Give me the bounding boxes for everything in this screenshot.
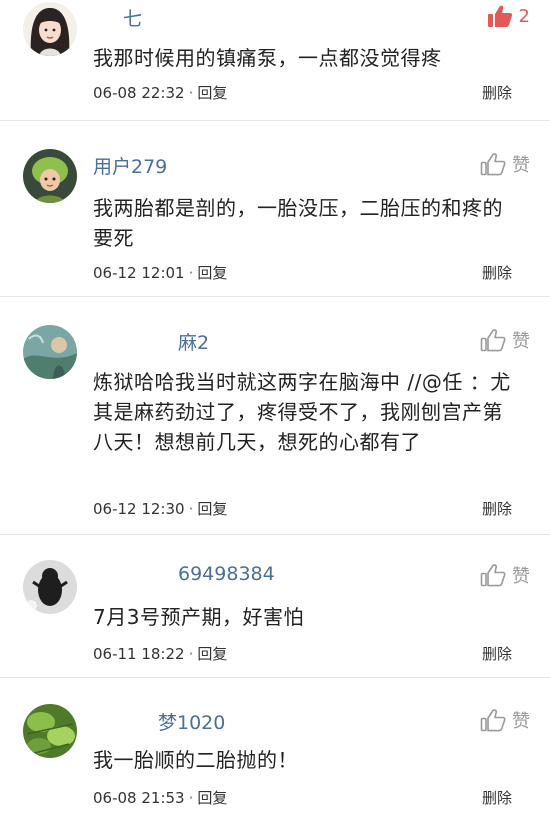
avatar[interactable] bbox=[23, 325, 77, 379]
username[interactable]: 用户279 bbox=[93, 152, 167, 179]
avatar[interactable] bbox=[23, 149, 77, 203]
comment-meta: 06-08 22:32 · 回复 bbox=[93, 82, 227, 103]
comment-meta: 06-08 21:53 · 回复 bbox=[93, 787, 227, 808]
delete-link[interactable]: 删除 bbox=[482, 82, 512, 103]
comment-text: 7月3号预产期，好害怕 bbox=[93, 605, 304, 629]
comment-item: 七 2 我那时候用的镇痛泵，一点都没觉得疼 06-08 22:32 · 回复 删除 bbox=[0, 0, 550, 121]
timestamp: 06-08 21:53 bbox=[93, 789, 185, 807]
delete-link[interactable]: 删除 bbox=[482, 787, 512, 808]
comment-text: 我一胎顺的二胎抛的！ bbox=[93, 748, 298, 772]
reply-link[interactable]: 回复 bbox=[197, 500, 227, 518]
thumbs-up-icon bbox=[480, 328, 506, 352]
timestamp: 06-12 12:30 bbox=[93, 500, 185, 518]
reply-link[interactable]: 回复 bbox=[197, 645, 227, 663]
like-button[interactable]: 赞 bbox=[480, 151, 530, 177]
reply-link[interactable]: 回复 bbox=[197, 789, 227, 807]
avatar[interactable] bbox=[23, 2, 77, 56]
thumbs-up-icon bbox=[487, 4, 513, 28]
comment-item: 69498384 赞 7月3号预产期，好害怕 06-11 18:22 · 回复 删除 bbox=[0, 535, 550, 678]
comment-text: 炼狱哈哈我当时就这两字在脑海中 //@任 ：尤其是麻药劲过了，疼得受不了，我刚刨… bbox=[93, 370, 511, 454]
like-button[interactable]: 赞 bbox=[480, 327, 530, 353]
comment-item: 用户279 赞 我两胎都是剖的，一胎没压，二胎压的和疼的要死 06-12 12:… bbox=[0, 121, 550, 297]
delete-link[interactable]: 删除 bbox=[482, 262, 512, 283]
username[interactable]: 梦1020 bbox=[158, 708, 225, 735]
timestamp: 06-12 12:01 bbox=[93, 264, 185, 282]
comment-item: 麻2 赞 炼狱哈哈我当时就这两字在脑海中 //@任 ：尤其是麻药劲过了，疼得受不… bbox=[0, 297, 550, 535]
like-label: 赞 bbox=[512, 331, 530, 352]
comment-text: 我两胎都是剖的，一胎没压，二胎压的和疼的要死 bbox=[93, 196, 503, 250]
like-button[interactable]: 赞 bbox=[480, 707, 530, 733]
comment-meta: 06-12 12:01 · 回复 bbox=[93, 262, 227, 283]
avatar[interactable] bbox=[23, 560, 77, 614]
like-button[interactable]: 2 bbox=[487, 4, 530, 28]
thumbs-up-icon bbox=[480, 708, 506, 732]
comment-item: 梦1020 赞 我一胎顺的二胎抛的！ 06-08 21:53 · 回复 删除 bbox=[0, 678, 550, 827]
username[interactable]: 69498384 bbox=[178, 563, 275, 585]
reply-link[interactable]: 回复 bbox=[197, 264, 227, 282]
thumbs-up-icon bbox=[480, 152, 506, 176]
comment-text: 我那时候用的镇痛泵，一点都没觉得疼 bbox=[93, 46, 442, 70]
separator: · bbox=[188, 500, 194, 518]
separator: · bbox=[188, 264, 194, 282]
timestamp: 06-11 18:22 bbox=[93, 645, 185, 663]
separator: · bbox=[188, 84, 194, 102]
delete-link[interactable]: 删除 bbox=[482, 643, 512, 664]
separator: · bbox=[188, 789, 194, 807]
reply-link[interactable]: 回复 bbox=[197, 84, 227, 102]
username[interactable]: 麻2 bbox=[178, 328, 209, 355]
username[interactable]: 七 bbox=[123, 4, 142, 31]
timestamp: 06-08 22:32 bbox=[93, 84, 185, 102]
like-label: 赞 bbox=[512, 155, 530, 176]
comment-meta: 06-11 18:22 · 回复 bbox=[93, 643, 227, 664]
avatar[interactable] bbox=[23, 704, 77, 758]
comment-meta: 06-12 12:30 · 回复 bbox=[93, 498, 227, 519]
like-label: 赞 bbox=[512, 711, 530, 732]
like-label: 赞 bbox=[512, 566, 530, 587]
like-button[interactable]: 赞 bbox=[480, 562, 530, 588]
like-count: 2 bbox=[518, 5, 530, 27]
delete-link[interactable]: 删除 bbox=[482, 498, 512, 519]
thumbs-up-icon bbox=[480, 563, 506, 587]
separator: · bbox=[188, 645, 194, 663]
